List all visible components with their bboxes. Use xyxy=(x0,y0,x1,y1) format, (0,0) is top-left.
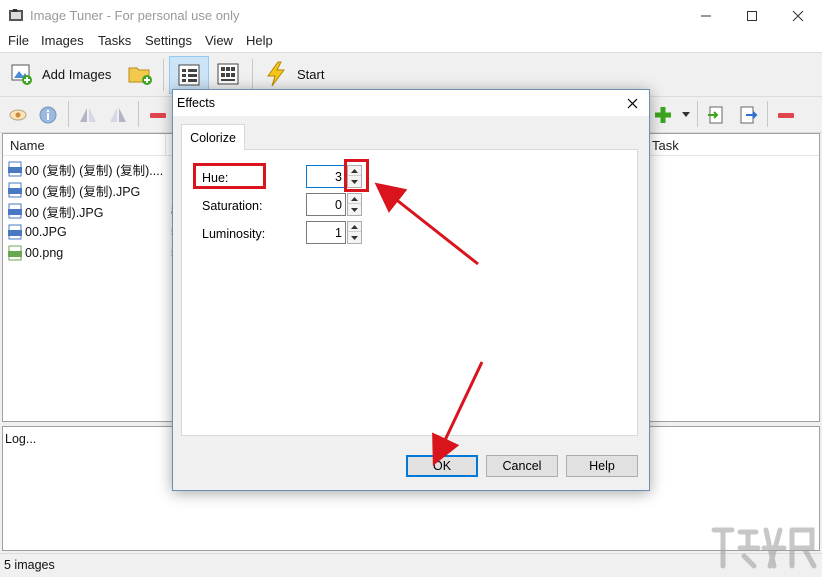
file-row[interactable]: 00 (复制).JPG xyxy=(7,201,104,221)
hue-spinner-highlight xyxy=(344,159,369,192)
hue-input[interactable] xyxy=(306,165,346,188)
png-file-icon xyxy=(8,245,22,261)
tab-colorize[interactable]: Colorize xyxy=(181,124,245,150)
dialog-close-button[interactable] xyxy=(615,90,649,116)
saturation-label: Saturation: xyxy=(202,199,263,213)
file-name: 00.JPG xyxy=(25,225,67,239)
menu-view[interactable]: View xyxy=(205,33,233,48)
column-divider[interactable] xyxy=(165,134,166,156)
add-folder-icon xyxy=(128,67,152,85)
column-header-name[interactable]: Name xyxy=(10,138,45,153)
hue-label-highlight xyxy=(193,163,266,189)
window-title: Image Tuner - For personal use only xyxy=(30,8,240,23)
eye-icon[interactable] xyxy=(8,105,28,125)
toolbar-separator xyxy=(68,101,69,127)
luminosity-spinner xyxy=(347,221,362,244)
list-view-icon xyxy=(178,64,200,86)
menu-file[interactable]: File xyxy=(8,33,29,48)
status-image-count: 5 images xyxy=(4,558,55,572)
add-images-icon xyxy=(11,64,32,85)
minimize-button[interactable] xyxy=(683,0,729,31)
jpg-file-icon xyxy=(8,182,22,198)
start-lightning-icon xyxy=(267,61,285,87)
file-name: 00.png xyxy=(25,246,64,260)
close-button[interactable] xyxy=(775,0,821,31)
add-images-label: Add Images xyxy=(42,66,112,82)
toolbar-separator xyxy=(138,101,139,127)
colorize-panel: Hue: Saturation: Luminosity: xyxy=(181,149,638,436)
ok-button[interactable]: OK xyxy=(406,455,478,477)
file-name: 00 (复制) (复制) (复制).... xyxy=(25,163,164,178)
toolbar-separator xyxy=(697,101,698,127)
jpg-file-icon xyxy=(8,161,22,177)
luminosity-label: Luminosity: xyxy=(202,227,266,241)
flip-horizontal-icon[interactable] xyxy=(78,105,98,125)
toolbar-separator xyxy=(252,59,253,91)
file-row[interactable]: 00 (复制) (复制).JPG xyxy=(7,180,140,200)
minimize-icon xyxy=(701,15,711,16)
chevron-down-icon[interactable] xyxy=(681,111,691,119)
add-images-button[interactable]: Add Images xyxy=(10,62,111,86)
close-icon xyxy=(627,98,637,108)
tab-colorize-label: Colorize xyxy=(190,130,236,145)
file-row[interactable]: 00.png xyxy=(7,243,63,263)
menu-help[interactable]: Help xyxy=(246,33,273,48)
column-header-task[interactable]: Task xyxy=(652,138,679,153)
cancel-button[interactable]: Cancel xyxy=(486,455,558,477)
arrow-down-icon xyxy=(351,236,358,240)
jpg-file-icon xyxy=(8,203,22,219)
effects-dialog: Effects Colorize Hue: Saturation: xyxy=(172,89,650,491)
remove-icon[interactable] xyxy=(148,105,168,125)
saturation-increment-button[interactable] xyxy=(348,194,361,204)
window-titlebar: Image Tuner - For personal use only xyxy=(0,0,822,31)
toolbar-separator xyxy=(163,59,164,91)
status-bar: 5 images xyxy=(0,553,822,577)
menu-settings[interactable]: Settings xyxy=(145,33,192,48)
watermark-logo xyxy=(711,527,817,569)
maximize-button[interactable] xyxy=(729,0,775,31)
file-row[interactable]: 00 (复制) (复制) (复制).... xyxy=(7,159,163,179)
toolbar-separator xyxy=(767,101,768,127)
close-icon xyxy=(792,10,804,21)
log-text: Log... xyxy=(5,432,37,446)
add-task-icon[interactable] xyxy=(653,105,673,125)
import-task-icon[interactable] xyxy=(706,105,726,125)
remove-task-icon[interactable] xyxy=(776,105,796,125)
menu-tasks[interactable]: Tasks xyxy=(98,33,131,48)
saturation-spinner xyxy=(347,193,362,216)
maximize-icon xyxy=(747,10,757,21)
arrow-down-icon xyxy=(351,208,358,212)
thumbnail-view-button[interactable] xyxy=(217,63,239,85)
luminosity-increment-button[interactable] xyxy=(348,222,361,232)
file-row[interactable]: 00.JPG xyxy=(7,222,67,242)
help-button[interactable]: Help xyxy=(566,455,638,477)
arrow-up-icon xyxy=(351,224,358,229)
luminosity-decrement-button[interactable] xyxy=(348,233,361,243)
file-name: 00 (复制) (复制).JPG xyxy=(25,184,141,199)
start-label: Start xyxy=(297,66,325,82)
dialog-title: Effects xyxy=(177,96,215,110)
app-logo-icon xyxy=(9,9,23,21)
jpg-file-icon xyxy=(8,224,22,240)
start-button[interactable]: Start xyxy=(263,61,324,87)
luminosity-input[interactable] xyxy=(306,221,346,244)
dialog-titlebar: Effects xyxy=(173,90,649,116)
info-icon[interactable] xyxy=(38,105,58,125)
thumbnail-view-icon xyxy=(217,63,239,85)
menu-images[interactable]: Images xyxy=(41,33,84,48)
menu-bar: File Images Tasks Settings View Help xyxy=(0,31,822,52)
saturation-input[interactable] xyxy=(306,193,346,216)
add-folder-button[interactable] xyxy=(128,63,154,87)
arrow-up-icon xyxy=(351,196,358,201)
export-task-icon[interactable] xyxy=(738,105,758,125)
flip-vertical-icon[interactable] xyxy=(108,105,128,125)
saturation-decrement-button[interactable] xyxy=(348,205,361,215)
file-name: 00 (复制).JPG xyxy=(25,205,104,220)
